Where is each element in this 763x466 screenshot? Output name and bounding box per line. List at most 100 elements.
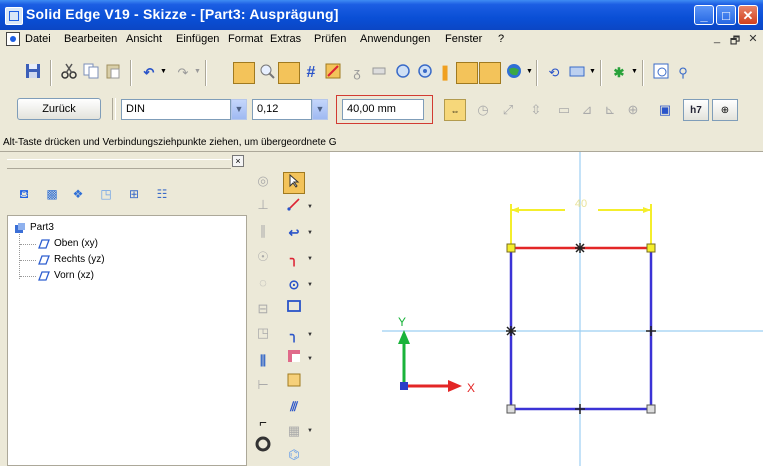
paint-icon[interactable]: ❚ — [434, 62, 456, 84]
globe-icon[interactable] — [503, 62, 525, 84]
part-icon[interactable] — [392, 62, 414, 84]
layer-dropdown-icon[interactable]: ▼ — [589, 68, 596, 75]
app-icon[interactable] — [5, 7, 23, 25]
layers-tab-icon[interactable]: ◳ — [96, 184, 116, 204]
midpoint-marker-top[interactable] — [575, 243, 585, 253]
rigid-icon[interactable]: ◳ — [252, 322, 274, 344]
more-options-icon[interactable]: ⊕ — [712, 99, 738, 121]
sensors-tab-icon[interactable]: ☷ — [152, 184, 172, 204]
symmetric-icon[interactable]: ⊟ — [252, 298, 274, 320]
trim-tool-dropdown-icon[interactable]: ▼ — [307, 348, 313, 370]
select-icon[interactable] — [278, 62, 300, 84]
corner-handle[interactable] — [506, 404, 516, 414]
pathfinder-tab-icon[interactable]: ⛾ — [14, 184, 34, 204]
line-tool-dropdown-icon[interactable]: ▼ — [307, 196, 313, 218]
perpendicular-icon[interactable]: ⊥ — [252, 194, 274, 216]
view-side-icon[interactable] — [479, 62, 501, 84]
minimize-button[interactable]: _ — [694, 5, 714, 25]
mirror-tool-icon[interactable]: ⫻ — [283, 396, 305, 418]
more-tools-icon[interactable]: ⌬ — [283, 444, 305, 466]
connect-icon[interactable]: ◎ — [252, 170, 274, 192]
midpoint-marker-right[interactable] — [646, 326, 656, 336]
pane-close-button[interactable]: × — [232, 155, 244, 167]
ribbon-tool-icon[interactable]: ⊾ — [599, 99, 621, 121]
menu-extras[interactable]: Extras — [270, 33, 301, 45]
rotate-icon[interactable]: ⟲ — [543, 62, 565, 84]
curve-tool-icon[interactable]: ↩ — [283, 222, 305, 244]
menu-fenster[interactable]: Fenster — [445, 33, 482, 45]
corner-handle[interactable] — [506, 243, 516, 253]
feature-icon[interactable] — [414, 62, 436, 84]
ribbon-tool-icon[interactable]: ⇳ — [525, 99, 547, 121]
midpoint-marker-left[interactable] — [506, 326, 516, 336]
ribbon-tool-icon[interactable]: ⊕ — [622, 99, 644, 121]
pane-grip[interactable] — [7, 159, 231, 169]
search-icon[interactable]: ⚲ — [672, 62, 694, 84]
equal-icon[interactable]: ☉ — [252, 246, 274, 268]
ribbon-tool-icon[interactable]: ⤢ — [497, 99, 519, 121]
dimension-value-input[interactable]: 40,00 mm — [342, 99, 424, 120]
tolerance-icon[interactable]: h7 — [683, 99, 709, 121]
grid-icon[interactable]: # — [300, 62, 322, 84]
paste-icon[interactable] — [102, 62, 124, 84]
copy-icon[interactable] — [80, 62, 102, 84]
menu-format[interactable]: Format — [228, 33, 263, 45]
fill-tool-icon[interactable] — [283, 372, 305, 394]
midpoint-marker-bottom[interactable] — [575, 404, 585, 414]
line-tool-icon[interactable] — [283, 196, 305, 218]
title-bar[interactable]: Solid Edge V19 - Skizze - [Part3: Ausprä… — [0, 0, 763, 30]
fillet-tool-dropdown-icon[interactable]: ▼ — [307, 324, 313, 346]
menu-bearbeiten[interactable]: Bearbeiten — [64, 33, 117, 45]
dimension-style-icon[interactable]: ⇔ — [444, 99, 466, 121]
view-front-icon[interactable] — [456, 62, 478, 84]
mdi-minimize-button[interactable]: _ — [710, 32, 724, 46]
tangent-icon[interactable]: ◌ — [252, 272, 274, 294]
maximize-button[interactable]: □ — [716, 5, 736, 25]
properties-icon[interactable]: ▣ — [654, 99, 676, 121]
ribbon-tool-icon[interactable]: ◷ — [472, 99, 494, 121]
measure-icon[interactable] — [368, 62, 390, 84]
menu-ansicht[interactable]: Ansicht — [126, 33, 162, 45]
menu-datei[interactable]: Datei — [25, 33, 51, 45]
menu-einfuegen[interactable]: Einfügen — [176, 33, 219, 45]
shade-icon[interactable]: ✱ — [608, 62, 630, 84]
sketch-canvas[interactable]: 40 Y X — [330, 152, 763, 466]
globe-dropdown-icon[interactable]: ▼ — [526, 68, 533, 75]
undo-dropdown-icon[interactable]: ▼ — [160, 68, 167, 75]
ribbon-tool-icon[interactable]: ⊿ — [576, 99, 598, 121]
zoom-icon[interactable] — [256, 62, 278, 84]
relationship-icon[interactable] — [322, 62, 344, 84]
precision-dropdown-icon[interactable]: ▼ — [312, 99, 328, 120]
select-tool-icon[interactable] — [283, 172, 305, 194]
zoom-area-icon[interactable] — [233, 62, 255, 84]
fillet-tool-icon[interactable]: ╮ — [283, 324, 305, 346]
mdi-restore-button[interactable]: 🗗 — [728, 32, 742, 47]
standard-select[interactable]: DIN — [121, 99, 231, 120]
back-button[interactable]: Zurück — [17, 98, 101, 120]
save-icon[interactable] — [22, 62, 44, 84]
include-icon[interactable]: ⫼ — [252, 350, 274, 372]
corner-handle[interactable] — [646, 404, 656, 414]
menu-anwendungen[interactable]: Anwendungen — [360, 33, 430, 45]
arc-tool-dropdown-icon[interactable]: ▼ — [307, 248, 313, 270]
mdi-close-button[interactable]: ✕ — [746, 32, 760, 46]
corner-handle[interactable] — [646, 243, 656, 253]
parallel-icon[interactable]: ∥ — [252, 220, 274, 242]
dimension-value-label[interactable]: 40 — [575, 198, 587, 210]
dimension-icon[interactable]: ᵹ — [346, 62, 368, 84]
cut-icon[interactable] — [58, 62, 80, 84]
corner-icon[interactable]: ⌐ — [252, 412, 274, 434]
circle-tool-dropdown-icon[interactable]: ▼ — [307, 274, 313, 296]
document-icon[interactable] — [6, 32, 20, 46]
redo-icon[interactable]: ↷ — [172, 62, 194, 84]
features-tab-icon[interactable]: ❖ — [68, 184, 88, 204]
library-tab-icon[interactable]: ⊞ — [124, 184, 144, 204]
pattern-tool-dropdown-icon[interactable]: ▼ — [307, 420, 313, 442]
offset-icon[interactable]: ⊢ — [252, 374, 274, 396]
rectangle-tool-icon[interactable] — [283, 298, 305, 320]
zoom-fit-icon[interactable] — [650, 62, 672, 84]
arc-tool-icon[interactable]: ╮ — [283, 248, 305, 270]
ribbon-tool-icon[interactable]: ▭ — [553, 99, 575, 121]
curve-tool-dropdown-icon[interactable]: ▼ — [307, 222, 313, 244]
redo-dropdown-icon[interactable]: ▼ — [194, 68, 201, 75]
